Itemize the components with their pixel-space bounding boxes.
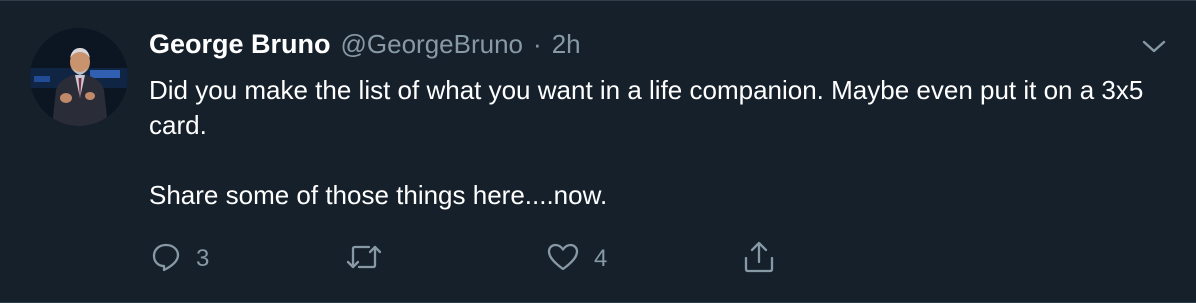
- chevron-down-icon[interactable]: [1140, 35, 1168, 57]
- tweet-text-paragraph: Did you make the list of what you want i…: [149, 75, 1144, 140]
- author-name[interactable]: George Bruno: [149, 29, 331, 60]
- separator-dot: ·: [533, 29, 542, 59]
- tweet-text: Did you make the list of what you want i…: [149, 73, 1149, 213]
- author-handle[interactable]: @GeorgeBruno: [341, 29, 524, 60]
- retweet-icon: [345, 241, 383, 278]
- share-icon: [742, 240, 776, 279]
- tweet-card[interactable]: George Bruno @GeorgeBruno · 2h Did you m…: [0, 0, 1196, 303]
- reply-icon: [150, 241, 182, 278]
- heart-icon: [546, 241, 580, 278]
- reply-count: 3: [196, 245, 210, 272]
- timestamp[interactable]: 2h: [552, 29, 581, 60]
- like-button[interactable]: 4: [546, 239, 607, 279]
- reply-button[interactable]: 3: [150, 239, 209, 279]
- share-button[interactable]: [742, 239, 776, 279]
- tweet-header: George Bruno @GeorgeBruno · 2h: [149, 29, 581, 65]
- like-count: 4: [594, 245, 608, 272]
- tweet-text-paragraph: Share some of those things here....now.: [149, 180, 608, 210]
- retweet-button[interactable]: [345, 239, 397, 279]
- avatar[interactable]: [30, 28, 128, 126]
